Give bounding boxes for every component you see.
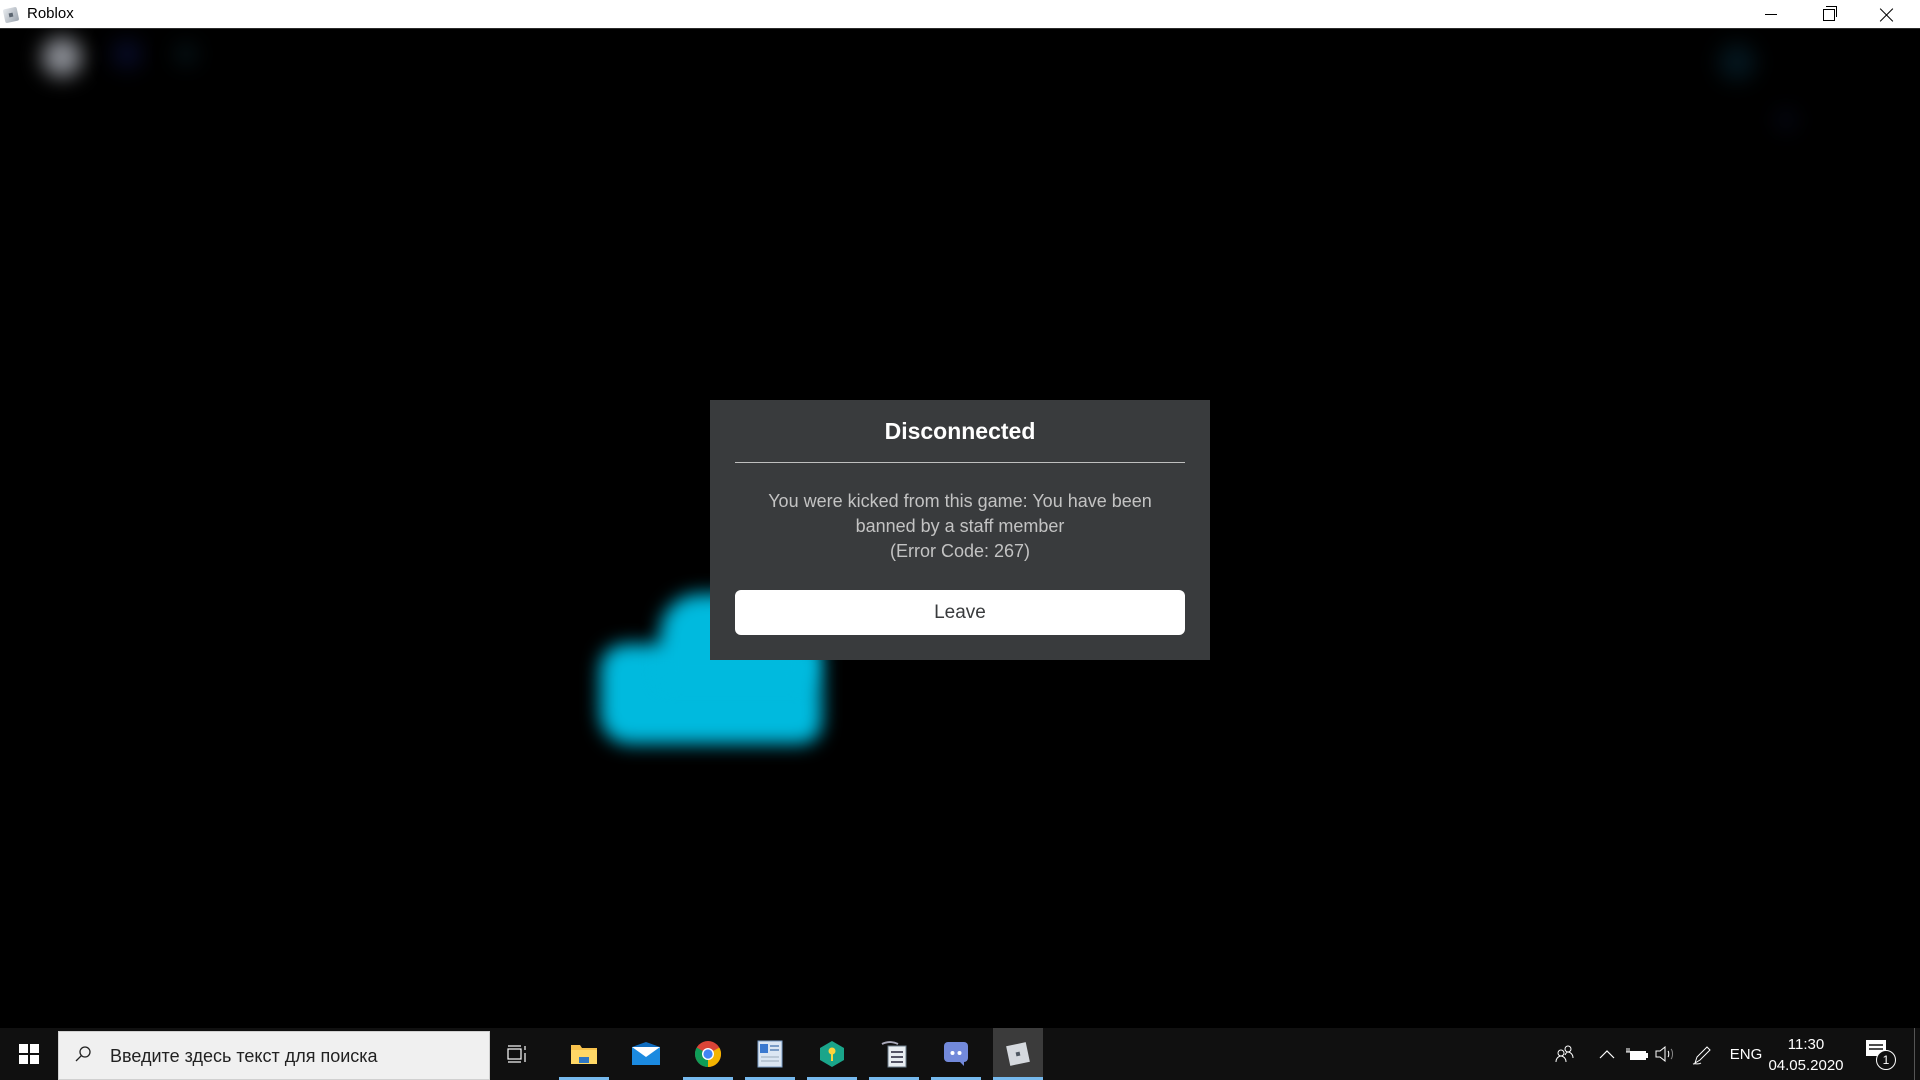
volume-icon [1655, 1046, 1673, 1062]
taskbar-app-roblox[interactable] [993, 1028, 1043, 1080]
close-button[interactable] [1858, 0, 1916, 29]
taskbar-app-text-editor[interactable] [869, 1028, 919, 1080]
discord-icon [944, 1042, 968, 1066]
taskbar-search-box[interactable]: Введите здесь текст для поиска [58, 1031, 490, 1080]
volume-button[interactable] [1654, 1028, 1678, 1080]
taskbar: Введите здесь текст для поиска ENG 11:30… [0, 1028, 1920, 1080]
pen-workspace-button[interactable] [1690, 1028, 1714, 1080]
disconnected-dialog: Disconnected You were kicked from this g… [710, 400, 1210, 660]
minimize-icon [1765, 14, 1777, 15]
start-button[interactable] [0, 1028, 58, 1080]
restore-button[interactable] [1800, 0, 1858, 29]
dialog-message: You were kicked from this game: You have… [735, 489, 1185, 564]
roblox-icon [2, 6, 20, 24]
mail-icon [632, 1042, 660, 1065]
taskbar-app-kaspersky-password[interactable] [807, 1028, 857, 1080]
blurred-backpack-icon [175, 43, 197, 65]
blurred-leaderboard-icon [1775, 109, 1797, 131]
taskbar-app-file-explorer[interactable] [559, 1028, 609, 1080]
search-placeholder: Введите здесь текст для поиска [110, 1046, 378, 1066]
taskbar-app-chrome[interactable] [683, 1028, 733, 1080]
taskbar-app-discord[interactable] [931, 1028, 981, 1080]
chevron-up-icon [1599, 1050, 1615, 1059]
kick-message-line2: banned by a staff member [855, 516, 1065, 536]
dialog-divider [735, 462, 1185, 463]
blurred-top-right-icon [1718, 43, 1756, 81]
folder-icon [571, 1045, 597, 1064]
show-hidden-icons-button[interactable] [1597, 1028, 1617, 1080]
task-view-icon [507, 1045, 526, 1063]
wordpad-icon [757, 1040, 783, 1068]
game-viewport: Disconnected You were kicked from this g… [0, 29, 1920, 1028]
close-icon [1880, 8, 1894, 22]
battery-button[interactable] [1625, 1028, 1649, 1080]
windows-logo-icon [19, 1044, 39, 1064]
language-indicator[interactable]: ENG [1728, 1028, 1764, 1080]
clock-date: 04.05.2020 [1768, 1057, 1844, 1074]
leave-button[interactable]: Leave [735, 590, 1185, 635]
pen-icon [1692, 1046, 1711, 1065]
blurred-chat-icon [112, 39, 142, 69]
minimize-button[interactable] [1742, 0, 1800, 29]
people-button[interactable] [1550, 1028, 1580, 1080]
restore-icon [1823, 5, 1837, 21]
people-icon [1555, 1045, 1574, 1063]
key-shield-icon [820, 1041, 844, 1067]
taskbar-app-mail[interactable] [621, 1028, 671, 1080]
window-titlebar[interactable]: Roblox [0, 0, 1920, 29]
blurred-roblox-menu-icon [42, 37, 82, 77]
taskbar-app-wordpad[interactable] [745, 1028, 795, 1080]
document-icon [881, 1041, 907, 1068]
chrome-icon [694, 1041, 722, 1068]
show-desktop-button[interactable] [1914, 1028, 1915, 1080]
roblox-icon [1006, 1042, 1030, 1066]
notification-count-badge: 1 [1876, 1050, 1896, 1070]
task-view-button[interactable] [505, 1042, 529, 1066]
window-title: Roblox [27, 5, 74, 22]
error-code: (Error Code: 267) [889, 541, 1031, 561]
clock[interactable]: 11:30 04.05.2020 [1766, 1034, 1846, 1076]
search-icon [75, 1046, 91, 1062]
clock-time: 11:30 [1787, 1036, 1825, 1053]
dialog-title: Disconnected [884, 418, 1036, 444]
battery-charging-icon [1626, 1048, 1648, 1060]
kick-message-line1: You were kicked from this game: You have… [768, 491, 1152, 511]
